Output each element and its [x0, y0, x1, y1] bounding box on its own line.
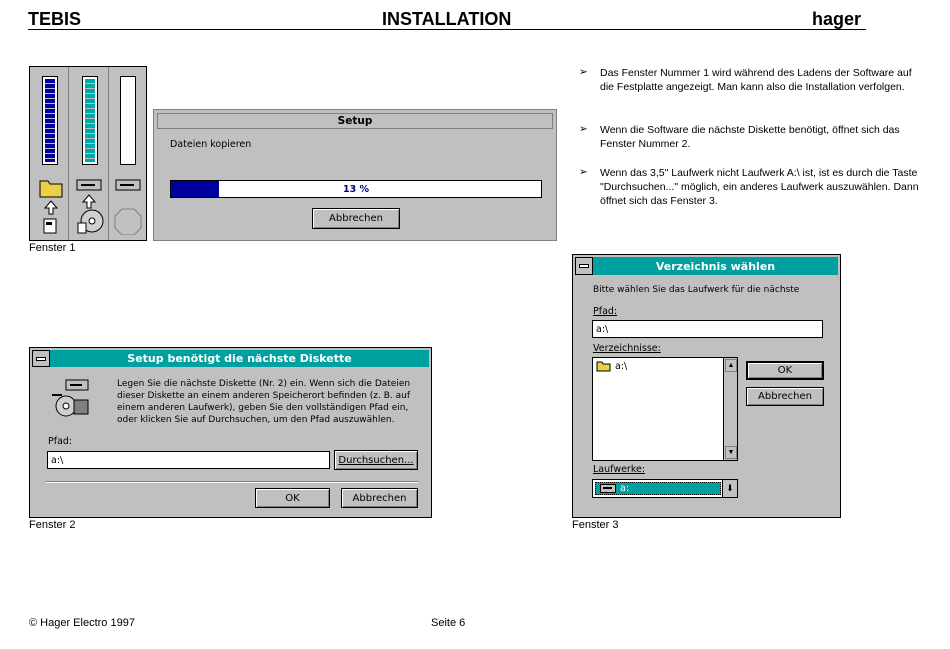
list-item[interactable]: a:\: [596, 361, 627, 372]
path-label: Pfad:: [48, 436, 73, 447]
fenster3-title: Verzeichnis wählen: [593, 257, 838, 275]
open-folder-icon: [596, 361, 611, 372]
system-menu-button[interactable]: [32, 350, 50, 367]
disk-drive-cd-icon: [76, 179, 104, 234]
fenster2-dialog: Setup benötigt die nächste Diskette Lege…: [29, 347, 432, 518]
footer-page: Seite 6: [431, 617, 466, 629]
cancel-button[interactable]: Abbrechen: [312, 208, 400, 229]
header-title: INSTALLATION: [382, 9, 512, 29]
hard-drive-icon: [114, 179, 142, 235]
bullet-arrow-2: ➢: [579, 123, 588, 135]
path-label: Pfad:: [593, 306, 618, 317]
bullet-text-1: Das Fenster Nummer 1 wird während des La…: [600, 67, 912, 93]
drive-selected: a:: [595, 482, 721, 495]
meter-cyan: [82, 76, 98, 165]
header-rule: [28, 29, 866, 30]
dir-item-label: a:\: [615, 361, 628, 372]
fenster1-caption: Fenster 1: [29, 242, 76, 254]
fenster1-setup-window: Setup Dateien kopieren 13 % Abbrechen: [153, 109, 557, 241]
directory-list[interactable]: a:\ ▲ ▼: [592, 357, 738, 461]
drives-label: Laufwerke:: [593, 464, 646, 475]
dirs-label: Verzeichnisse:: [593, 343, 661, 354]
fenster2-caption: Fenster 2: [29, 519, 76, 531]
path-input[interactable]: a:\: [47, 451, 330, 469]
ok-button[interactable]: OK: [255, 488, 330, 508]
browse-button[interactable]: Durchsuchen...: [334, 450, 418, 470]
cancel-button[interactable]: Abbrechen: [746, 387, 824, 406]
fenster2-title: Setup benötigt die nächste Diskette: [50, 350, 429, 367]
fenster1-meter-panel: [29, 66, 147, 241]
setup-disk-icon: [52, 379, 89, 417]
folder-icon: [39, 180, 63, 234]
meter-empty: [120, 76, 136, 165]
drive-value: a:: [620, 483, 630, 494]
fenster3-dialog: Verzeichnis wählen Bitte wählen Sie das …: [572, 254, 841, 518]
copy-status: Dateien kopieren: [170, 139, 252, 150]
header-brand: hager: [812, 9, 862, 29]
bullet-arrow-1: ➢: [579, 66, 588, 78]
header-left: TEBIS: [28, 9, 82, 29]
setup-title: Setup: [157, 113, 553, 129]
fenster2-message: Legen Sie die nächste Diskette (Nr. 2) e…: [117, 379, 411, 425]
cancel-button[interactable]: Abbrechen: [341, 488, 418, 508]
fenster3-instruction: Bitte wählen Sie das Laufwerk für die nä…: [593, 285, 800, 295]
separator: [46, 481, 418, 483]
fenster3-caption: Fenster 3: [572, 519, 619, 531]
path-input[interactable]: a:\: [592, 320, 823, 338]
drive-select[interactable]: a: ⬇: [592, 479, 738, 498]
bullet-text-3: Wenn das 3,5" Laufwerk nicht Laufwerk A:…: [600, 167, 919, 207]
bullet-text-2: Wenn die Software die nächste Diskette b…: [600, 124, 900, 150]
progress-percent: 13 %: [342, 183, 370, 195]
scroll-up-icon[interactable]: ▲: [725, 359, 737, 372]
progress-bar: 13 %: [170, 180, 542, 198]
system-menu-button[interactable]: [575, 257, 593, 275]
ok-button[interactable]: OK: [746, 361, 824, 380]
floppy-drive-icon: [600, 484, 616, 493]
bullet-arrow-3: ➢: [579, 166, 588, 178]
footer-copyright: © Hager Electro 1997: [29, 617, 135, 629]
scroll-down-icon[interactable]: ▼: [725, 446, 737, 459]
scrollbar[interactable]: ▲ ▼: [723, 358, 737, 460]
meter-blue: [42, 76, 58, 165]
dropdown-arrow-icon[interactable]: ⬇: [722, 480, 737, 497]
